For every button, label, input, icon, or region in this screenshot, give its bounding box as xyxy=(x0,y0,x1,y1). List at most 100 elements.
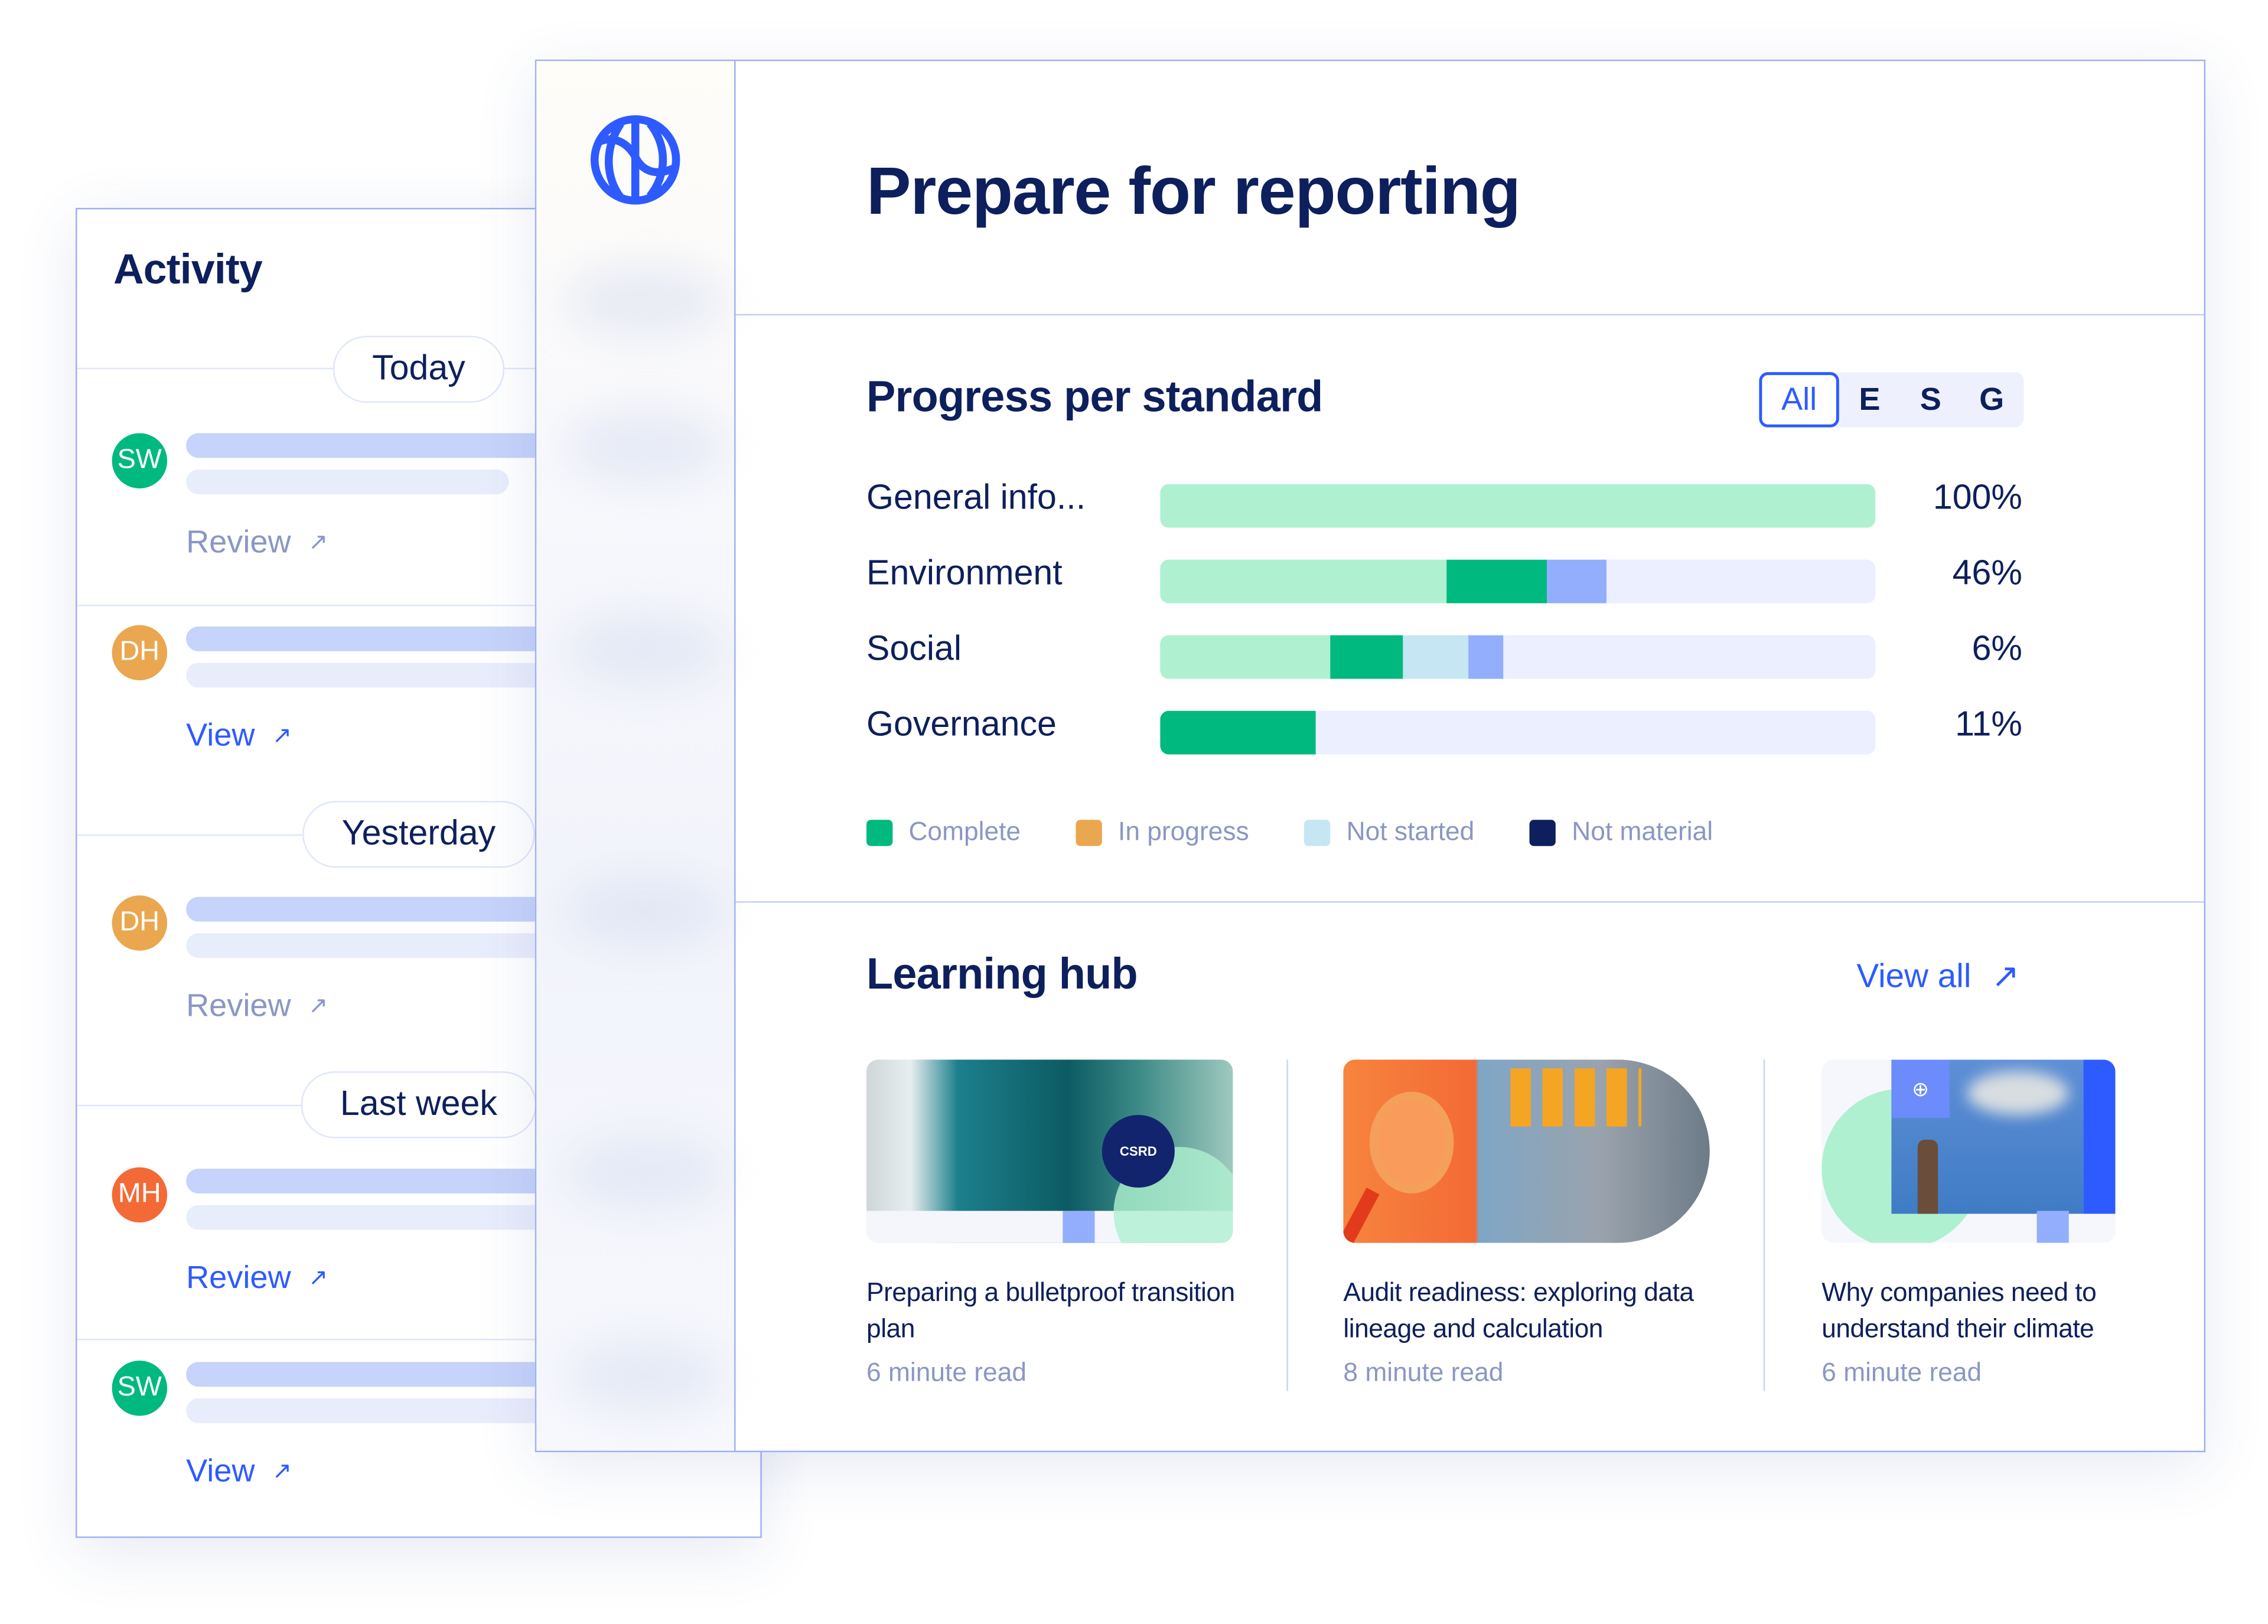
activity-title: Activity xyxy=(113,247,263,294)
link-label: Review xyxy=(186,523,291,560)
progress-title: Progress per standard xyxy=(866,373,1323,422)
legend-swatch xyxy=(1304,819,1331,846)
learning-hub-title: Learning hub xyxy=(866,950,1138,999)
group-label-last-week: Last week xyxy=(301,1071,537,1139)
read-time: 6 minute read xyxy=(1821,1358,1982,1387)
placeholder-line xyxy=(186,1169,565,1193)
legend-not-started: Not started xyxy=(1304,817,1474,847)
group-label-today: Today xyxy=(333,335,505,403)
legend-label: Not material xyxy=(1572,817,1713,846)
row-label: General info... xyxy=(866,478,1086,518)
placeholder-line xyxy=(186,1362,565,1387)
esg-filter: All E S G xyxy=(1759,372,2024,428)
legend-label: In progress xyxy=(1118,817,1249,846)
progress-bar xyxy=(1160,484,1876,528)
legend-swatch xyxy=(1529,819,1556,846)
divider xyxy=(77,1339,543,1341)
placeholder-line xyxy=(186,1205,565,1230)
progress-segment xyxy=(1160,710,1317,755)
article-image xyxy=(1343,1059,1710,1243)
filter-g[interactable]: G xyxy=(1961,372,2022,428)
progress-segment xyxy=(1160,635,1331,679)
review-link[interactable]: Review ↗ xyxy=(186,987,328,1025)
avatar: SW xyxy=(112,433,168,489)
review-link[interactable]: Review ↗ xyxy=(186,1259,328,1297)
progress-segment xyxy=(1403,635,1469,679)
globe-logo-icon[interactable] xyxy=(589,113,682,207)
placeholder-line xyxy=(186,663,565,688)
view-all-label: View all xyxy=(1856,956,1972,994)
progress-segment xyxy=(1446,559,1547,604)
progress-segment xyxy=(1160,559,1446,604)
sidebar-placeholder xyxy=(565,410,726,483)
arrow-up-right-icon: ↗ xyxy=(308,994,328,1019)
legend-label: Not started xyxy=(1346,817,1475,846)
progress-percent: 46% xyxy=(1952,553,2022,593)
group-label-yesterday: Yesterday xyxy=(302,801,535,868)
read-time: 6 minute read xyxy=(866,1358,1027,1387)
article-card[interactable]: ⊕ Why companies need to understand their… xyxy=(1821,1059,2192,1388)
placeholder-line xyxy=(186,626,565,651)
article-card[interactable]: CSRD Preparing a bulletproof transition … xyxy=(866,1059,1237,1388)
arrow-up-right-icon: ↗ xyxy=(308,1266,328,1291)
placeholder-line xyxy=(186,469,509,494)
filter-all[interactable]: All xyxy=(1759,372,1839,428)
review-link[interactable]: Review ↗ xyxy=(186,523,328,561)
progress-percent: 11% xyxy=(1955,705,2022,745)
row-label: Environment xyxy=(866,553,1063,593)
filter-s[interactable]: S xyxy=(1900,372,1961,428)
progress-segment xyxy=(1546,559,1606,604)
progress-percent: 6% xyxy=(1972,629,2022,669)
link-label: Review xyxy=(186,1258,291,1296)
read-time: 8 minute read xyxy=(1343,1358,1504,1387)
placeholder-line xyxy=(186,933,565,958)
article-image: ⊕ xyxy=(1821,1059,2116,1243)
sidebar-placeholder xyxy=(565,1340,726,1413)
sidebar-placeholder xyxy=(565,264,726,338)
sidebar-placeholder xyxy=(565,1136,726,1209)
progress-segment xyxy=(1160,484,1876,528)
avatar: DH xyxy=(112,895,168,951)
globe-icon: ⊕ xyxy=(1891,1059,1950,1118)
header-divider xyxy=(735,314,2204,316)
legend-swatch xyxy=(1076,819,1102,846)
card-divider xyxy=(1286,1059,1289,1391)
article-image: CSRD xyxy=(866,1059,1233,1243)
link-label: Review xyxy=(186,987,291,1023)
progress-bar xyxy=(1160,559,1876,604)
row-label: Social xyxy=(866,629,962,669)
view-all-link[interactable]: View all ↗ xyxy=(1856,957,2019,996)
link-label: View xyxy=(186,716,255,754)
legend-in-progress: In progress xyxy=(1076,817,1249,847)
avatar: MH xyxy=(112,1167,168,1223)
page-title: Prepare for reporting xyxy=(866,152,1521,229)
section-divider xyxy=(735,901,2204,904)
legend-not-material: Not material xyxy=(1529,817,1713,847)
filter-e[interactable]: E xyxy=(1839,372,1900,428)
reporting-panel: Prepare for reporting Progress per stand… xyxy=(535,59,2206,1453)
arrow-up-right-icon: ↗ xyxy=(308,530,328,556)
article-card[interactable]: Audit readiness: exploring data lineage … xyxy=(1343,1059,1714,1388)
arrow-up-right-icon: ↗ xyxy=(1991,956,2020,994)
csrd-badge: CSRD xyxy=(1102,1114,1175,1188)
placeholder-line xyxy=(186,896,565,922)
article-title: Why companies need to understand their c… xyxy=(1821,1277,2097,1343)
view-link[interactable]: View ↗ xyxy=(186,717,292,755)
legend-label: Complete xyxy=(908,817,1021,846)
arrow-up-right-icon: ↗ xyxy=(272,1459,292,1485)
avatar: DH xyxy=(112,625,168,680)
sidebar-placeholder xyxy=(565,613,726,686)
progress-bar xyxy=(1160,635,1876,679)
card-divider xyxy=(1763,1059,1765,1391)
row-label: Governance xyxy=(866,705,1057,745)
legend-swatch xyxy=(866,819,893,846)
placeholder-line xyxy=(186,1398,565,1423)
link-label: View xyxy=(186,1452,255,1489)
progress-percent: 100% xyxy=(1933,478,2022,518)
view-link[interactable]: View ↗ xyxy=(186,1452,292,1490)
article-title: Preparing a bulletproof transition plan xyxy=(866,1277,1235,1343)
divider xyxy=(77,604,543,606)
placeholder-line xyxy=(186,433,565,458)
avatar: SW xyxy=(112,1360,168,1416)
arrow-up-right-icon: ↗ xyxy=(272,723,292,749)
